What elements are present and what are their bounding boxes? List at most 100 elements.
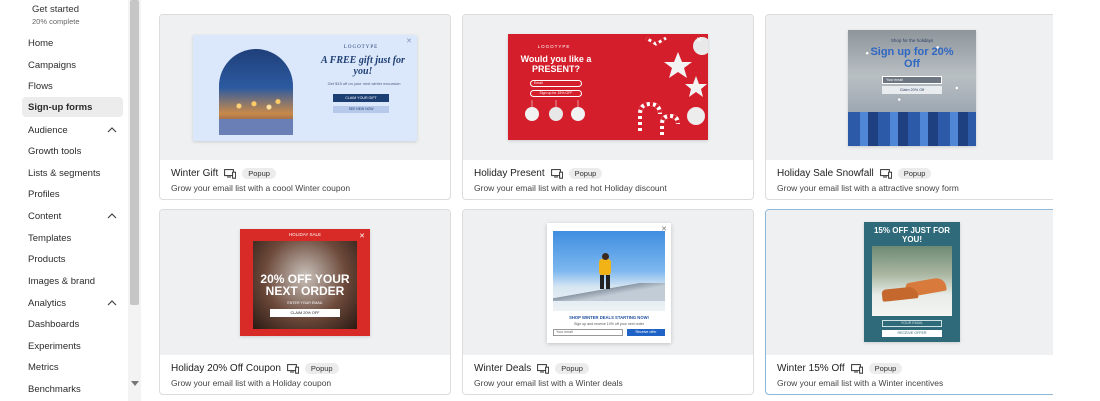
sidebar-item-label: Home: [28, 37, 54, 49]
desktop-mobile-icon: [224, 168, 237, 179]
card-title-row: Winter Deals Popup: [474, 363, 589, 374]
popup-cta-button[interactable]: CLAIM YOUR GIFT: [333, 94, 389, 102]
sidebar-item-growth-tools[interactable]: Growth tools: [22, 141, 123, 161]
chevron-up-icon[interactable]: [107, 125, 117, 135]
sidebar-item-label: Lists & segments: [28, 167, 101, 179]
scroll-down-arrow-icon[interactable]: [131, 381, 139, 386]
popup-logotype: LOGOTYPE: [537, 44, 571, 49]
popup-badge: Popup: [897, 168, 932, 179]
template-preview: ✕ LOGOTYPE Would you like a PRESENT? Ema…: [463, 15, 753, 160]
sidebar-item-images-brand[interactable]: Images & brand: [22, 271, 123, 291]
popup-body: Get $15 off on your next winter excursio…: [327, 81, 401, 86]
card-title-row: Holiday Present Popup: [474, 168, 603, 179]
sidebar-item-lists-segments[interactable]: Lists & segments: [22, 163, 123, 183]
popup-email-input[interactable]: Your email: [553, 329, 623, 336]
template-card-winter-deals[interactable]: ✕ SHOP WINTER DEALS STARTING NOW! Sign u…: [462, 209, 754, 395]
popup-badge: Popup: [555, 363, 589, 374]
app: Get started 20% complete Home Campaigns …: [0, 0, 1100, 401]
sidebar-item-audience[interactable]: Audience: [22, 120, 123, 140]
get-started-title: Get started: [32, 4, 79, 15]
sidebar-item-label: Dashboards: [28, 318, 80, 330]
sidebar-item-profiles[interactable]: Profiles: [22, 184, 123, 204]
template-description: Grow your email list with a coool Winter…: [171, 183, 351, 193]
template-card-winter-15-off[interactable]: 15% OFF JUST FOR YOU! YOUR EMAIL RECEIVE…: [765, 209, 1057, 395]
card-title-row: Holiday 20% Off Coupon Popup: [171, 363, 339, 374]
card-title-row: Winter Gift Popup: [171, 168, 276, 179]
sidebar-item-content[interactable]: Content: [22, 206, 123, 226]
template-preview: 15% OFF JUST FOR YOU! YOUR EMAIL RECEIVE…: [766, 210, 1056, 355]
scrollbar-thumb[interactable]: [130, 0, 139, 305]
popup-headline: 15% OFF JUST FOR YOU!: [873, 226, 950, 244]
popup-mockup: 15% OFF JUST FOR YOU! YOUR EMAIL RECEIVE…: [864, 222, 960, 342]
popup-cta-button[interactable]: Receive offer: [627, 329, 665, 336]
desktop-mobile-icon: [879, 168, 892, 179]
close-icon[interactable]: ✕: [359, 232, 365, 240]
popup-mockup: Shop for the holidays Sign up for 20% Of…: [848, 30, 976, 146]
popup-mockup: ✕ LOGOTYPE Would you like a PRESENT? Ema…: [508, 34, 708, 140]
card-title-row: Winter 15% Off Popup: [777, 363, 903, 374]
sidebar-item-label: Images & brand: [28, 275, 96, 287]
sidebar-item-analytics[interactable]: Analytics: [22, 293, 123, 313]
desktop-mobile-icon: [286, 363, 299, 374]
sidebar-item-campaigns[interactable]: Campaigns: [22, 55, 123, 75]
winter-village-image: [219, 49, 293, 135]
sidebar-nav: Get started 20% complete Home Campaigns …: [0, 0, 128, 401]
popup-headline: Sign up for 20% Off: [870, 46, 954, 70]
sidebar-item-label: Metrics: [28, 361, 59, 373]
template-description: Grow your email list with a attractive s…: [777, 183, 959, 193]
sidebar-item-products[interactable]: Products: [22, 249, 123, 269]
popup-body: Sign up and receive 10% off your next or…: [573, 322, 645, 326]
popup-email-input[interactable]: YOUR EMAIL: [882, 320, 942, 327]
template-description: Grow your email list with a Holiday coup…: [171, 378, 332, 388]
popup-mockup: ✕ SHOP WINTER DEALS STARTING NOW! Sign u…: [547, 223, 671, 343]
sidebar-item-metrics[interactable]: Metrics: [22, 357, 123, 377]
chevron-up-icon[interactable]: [107, 298, 117, 308]
popup-badge: Popup: [304, 363, 339, 374]
get-started-progress: 20% complete: [32, 17, 80, 26]
page-right-margin: [1053, 0, 1100, 401]
template-card-winter-gift[interactable]: ✕ LOGOTYPE A FREE gift just for you! Get…: [159, 14, 451, 200]
sidebar-item-label: Analytics: [28, 297, 67, 309]
get-started-link[interactable]: Get started 20% complete: [32, 4, 80, 26]
popup-cta-button[interactable]: CLAIM 20% OFF: [270, 309, 340, 317]
popup-cta-button[interactable]: RECEIVE OFFER: [882, 330, 942, 337]
sidebar-item-flows[interactable]: Flows: [22, 76, 123, 96]
desktop-mobile-icon: [850, 363, 863, 374]
template-name: Holiday Sale Snowfall: [777, 168, 874, 179]
template-card-holiday-present[interactable]: ✕ LOGOTYPE Would you like a PRESENT? Ema…: [462, 14, 754, 200]
template-preview: ✕ SHOP WINTER DEALS STARTING NOW! Sign u…: [463, 210, 753, 355]
template-card-holiday-20-off-coupon[interactable]: HOLIDAY SALE ✕ 20% OFF YOUR NEXT ORDER E…: [159, 209, 451, 395]
popup-email-input[interactable]: Email: [530, 80, 582, 87]
template-name: Winter 15% Off: [777, 363, 845, 374]
template-preview: ✕ LOGOTYPE A FREE gift just for you! Get…: [160, 15, 450, 160]
template-preview: Shop for the holidays Sign up for 20% Of…: [766, 15, 1056, 160]
popup-badge: Popup: [868, 363, 903, 374]
chevron-up-icon[interactable]: [107, 211, 117, 221]
sidebar-item-label: Flows: [28, 80, 53, 92]
popup-badge: Popup: [568, 168, 603, 179]
popup-cta-button[interactable]: Sign up for 15% OFF: [530, 90, 582, 97]
desktop-mobile-icon: [537, 363, 550, 374]
sidebar-item-benchmarks[interactable]: Benchmarks: [22, 379, 123, 399]
sidebar-item-dashboards[interactable]: Dashboards: [22, 314, 123, 334]
popup-mockup: HOLIDAY SALE ✕ 20% OFF YOUR NEXT ORDER E…: [240, 229, 370, 336]
popup-headline: 20% OFF YOUR NEXT ORDER: [260, 272, 350, 298]
ski-boots-image: [872, 246, 952, 316]
sidebar-item-label: Growth tools: [28, 145, 82, 157]
popup-cta-button[interactable]: Claim 20% Off: [882, 86, 942, 94]
popup-email-input[interactable]: Your email: [882, 76, 942, 84]
popup-secondary-button[interactable]: SEE NEW NOW: [333, 106, 389, 113]
skier-image: [553, 231, 665, 311]
template-name: Holiday Present: [474, 168, 545, 179]
popup-email-input[interactable]: ENTER YOUR EMAIL: [253, 301, 357, 305]
sidebar-item-experiments[interactable]: Experiments: [22, 336, 123, 356]
sidebar-item-templates[interactable]: Templates: [22, 228, 123, 248]
sidebar-item-signup-forms[interactable]: Sign-up forms: [22, 97, 123, 117]
sidebar-item-label: Products: [28, 253, 66, 265]
sidebar-item-home[interactable]: Home: [22, 33, 123, 53]
popup-headline: A FREE gift just for you!: [321, 55, 405, 77]
template-card-holiday-sale-snowfall[interactable]: Shop for the holidays Sign up for 20% Of…: [765, 14, 1057, 200]
close-icon[interactable]: ✕: [406, 37, 412, 45]
sidebar-scrollbar[interactable]: [128, 0, 141, 401]
close-icon[interactable]: ✕: [696, 36, 702, 44]
